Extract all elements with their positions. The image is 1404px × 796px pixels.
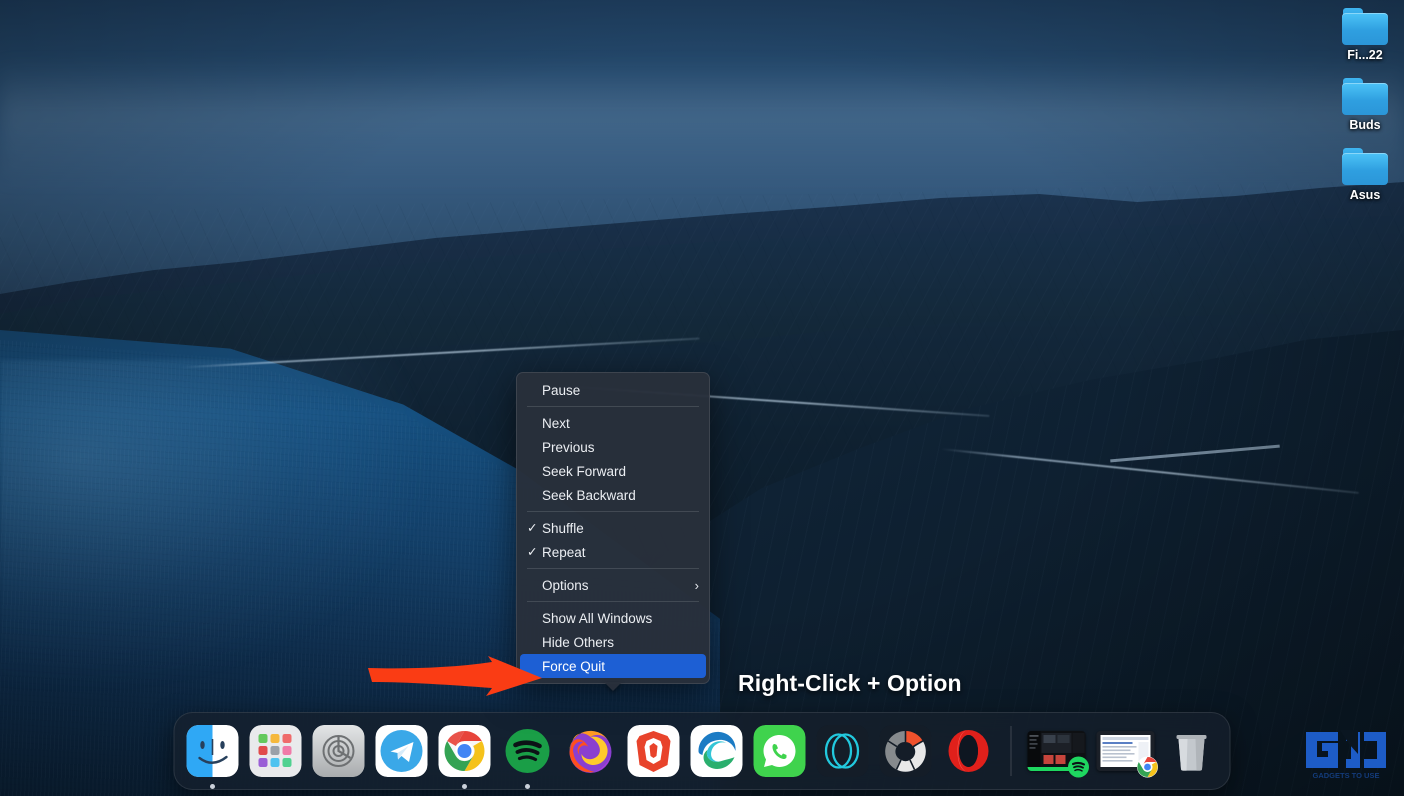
menu-item-seek-backward[interactable]: Seek Backward [517,483,709,507]
dock-item-brave[interactable] [627,724,681,778]
menu-item-label: Hide Others [542,634,615,650]
menu-item-label: Repeat [542,544,586,560]
finder-icon [186,725,239,777]
telegram-icon [375,725,428,777]
menu-item-label: Show All Windows [542,610,653,626]
dock-item-vivaldi[interactable] [879,724,933,778]
desktop-icon-label: Asus [1349,188,1381,202]
edge-icon [690,725,743,777]
menu-separator [527,406,699,407]
menu-item-label: Next [542,415,570,431]
orion-icon [816,725,869,777]
menu-separator [527,601,699,602]
menu-separator [527,568,699,569]
checkmark-icon: ✓ [527,544,538,559]
checkmark-icon: ✓ [527,520,538,535]
dock-item-chrome[interactable] [438,724,492,789]
dock-item-trash[interactable] [1165,724,1219,778]
dock-item-telegram[interactable] [375,724,429,778]
menu-item-shuffle[interactable]: ✓ Shuffle [517,516,709,540]
dock-item-firefox[interactable] [564,724,618,778]
menu-separator [527,511,699,512]
minimized-window-chrome[interactable] [1096,728,1158,778]
wallpaper-haze [0,60,1404,180]
dock-item-orion[interactable] [816,724,870,778]
folder-icon [1342,8,1388,45]
menu-item-label: Force Quit [542,658,606,674]
watermark-text: GADGETS TO USE [1313,771,1380,780]
folder-icon [1342,148,1388,185]
opera-icon [943,725,995,777]
dock-item-spotify[interactable] [501,724,555,789]
dock-item-opera[interactable] [942,724,996,778]
running-indicator-dot [462,784,467,789]
callout-text: Right-Click + Option [738,670,962,696]
minimized-window-spotify[interactable] [1027,728,1089,778]
menu-pointer-tail [604,682,622,691]
dock-item-edge[interactable] [690,724,744,778]
chrome-icon [438,725,491,777]
launchpad-icon [249,725,302,777]
whatsapp-icon [753,725,806,777]
spotify-icon [502,725,554,777]
desktop-icon-asus[interactable]: Asus [1332,148,1398,202]
menu-item-seek-forward[interactable]: Seek Forward [517,459,709,483]
desktop-icon-files[interactable]: Fi...22 [1332,8,1398,62]
brave-icon [627,725,680,777]
dock[interactable] [173,712,1231,790]
trash-icon [1166,725,1218,777]
chrome-badge [1137,756,1159,778]
firefox-icon [565,725,617,777]
desktop-icon-buds[interactable]: Buds [1332,78,1398,132]
menu-item-options[interactable]: Options › [517,573,709,597]
menu-item-label: Previous [542,439,595,455]
spotify-badge [1068,756,1090,778]
menu-item-label: Options [542,577,589,593]
menu-item-label: Seek Forward [542,463,627,479]
vivaldi-icon [879,725,932,777]
menu-item-pause[interactable]: Pause [517,378,709,402]
dock-item-finder[interactable] [186,724,240,789]
running-indicator-dot [525,784,530,789]
dock-item-launchpad[interactable] [249,724,303,778]
menu-item-force-quit[interactable]: Force Quit [520,654,706,678]
menu-item-label: Seek Backward [542,487,636,503]
red-arrow-pointer [368,656,542,696]
folder-icon [1342,78,1388,115]
dock-item-system-preferences[interactable] [312,724,366,778]
menu-item-previous[interactable]: Previous [517,435,709,459]
dock-context-menu[interactable]: Pause Next Previous Seek Forward Seek Ba… [516,372,710,691]
menu-item-show-all-windows[interactable]: Show All Windows [517,606,709,630]
system-preferences-icon [312,725,365,777]
menu-item-next[interactable]: Next [517,411,709,435]
menu-item-repeat[interactable]: ✓ Repeat [517,540,709,564]
running-indicator-dot [210,784,215,789]
dock-separator [1010,726,1012,776]
menu-item-label: Shuffle [542,520,584,536]
menu-item-label: Pause [542,382,581,398]
watermark-logo: GADGETS TO USE [1306,730,1386,780]
desktop-icon-column: Fi...22 Buds Asus [1332,8,1398,202]
desktop-icon-label: Fi...22 [1347,48,1383,62]
chevron-right-icon: › [694,577,699,593]
dock-item-whatsapp[interactable] [753,724,807,778]
menu-item-hide-others[interactable]: Hide Others [517,630,709,654]
desktop-icon-label: Buds [1349,118,1381,132]
